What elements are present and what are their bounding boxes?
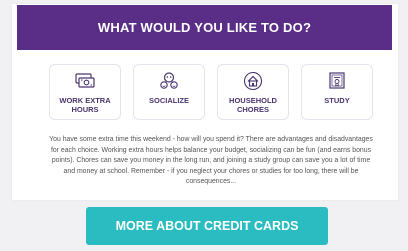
choice-label: STUDY [324, 96, 350, 105]
choice-label: SOCIALIZE [148, 96, 189, 105]
cta-label: MORE ABOUT CREDIT CARDS [115, 219, 299, 233]
choice-study[interactable]: STUDY [301, 64, 373, 120]
question-header: WHAT WOULD YOU LIKE TO DO? [17, 5, 392, 50]
question-title: WHAT WOULD YOU LIKE TO DO? [97, 20, 312, 35]
description-text: You have some extra time this weekend - … [49, 136, 373, 185]
choice-socialize[interactable]: SOCIALIZE [133, 64, 205, 120]
choice-label: HOUSEHOLD CHORES [229, 96, 277, 114]
house-icon [243, 71, 263, 91]
people-icon [160, 72, 178, 89]
more-about-credit-cards-button[interactable]: MORE ABOUT CREDIT CARDS [86, 207, 328, 245]
cash-icon [75, 73, 95, 88]
choice-label: WORK EXTRA HOURS [59, 96, 111, 114]
certificate-icon [329, 72, 345, 89]
choice-household-chores[interactable]: HOUSEHOLD CHORES [217, 64, 289, 120]
choice-work-extra-hours[interactable]: WORK EXTRA HOURS [49, 64, 121, 120]
choice-list: WORK EXTRA HOURS SOCIALIZE HOUSEHOLD CHO… [49, 64, 373, 122]
